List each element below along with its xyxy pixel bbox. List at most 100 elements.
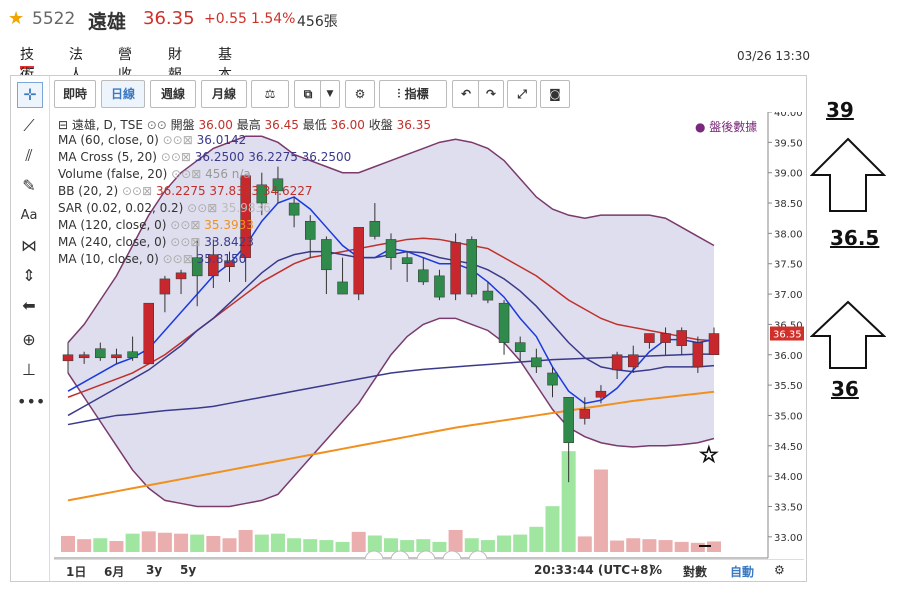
price-tick-label: 35.00 — [774, 411, 803, 422]
volume-bar — [416, 539, 431, 552]
indicators-button[interactable]: ⫶ 指標 — [379, 80, 447, 108]
volume-bar — [335, 541, 350, 552]
log-scale-toggle[interactable]: 對數 — [683, 563, 707, 580]
volume-bar — [270, 533, 285, 552]
price-change-pct: 1.54% — [251, 11, 296, 27]
scroll-right-icon[interactable] — [468, 550, 488, 559]
candle-body — [434, 275, 445, 298]
volume-bar — [238, 530, 253, 552]
intraday-button[interactable]: 即時 — [54, 80, 96, 108]
indicators-label: 指標 — [404, 87, 429, 101]
candle-body — [514, 342, 526, 352]
volume-bar — [109, 541, 124, 552]
more-icon[interactable]: ••• — [17, 390, 45, 414]
volume-bar — [593, 469, 608, 552]
ruler-icon[interactable]: ⊥ — [17, 358, 41, 382]
candle-body — [175, 272, 187, 280]
zoom-in-icon[interactable] — [442, 550, 462, 559]
legend-row-buttons-icon[interactable]: ⊙⊙⊠ — [187, 201, 221, 215]
daily-button[interactable]: 日線 — [101, 80, 145, 108]
legend-row-buttons-icon[interactable]: ⊙⊙⊠ — [163, 252, 197, 266]
range-3y[interactable]: 3y — [146, 563, 162, 577]
weekly-button[interactable]: 週線 — [150, 80, 196, 108]
tab-basic[interactable]: 基本 — [218, 44, 232, 83]
legend-row-buttons-icon[interactable]: ⊙⊙⊠ — [171, 167, 205, 181]
range-6m[interactable]: 6月 — [104, 563, 124, 580]
monthly-button[interactable]: 月線 — [201, 80, 247, 108]
tab-revenue[interactable]: 營收 — [118, 44, 132, 83]
legend-row-buttons-icon[interactable]: ⊙⊙⊠ — [161, 150, 195, 164]
scroll-left-icon[interactable] — [364, 550, 384, 559]
reset-zoom-icon[interactable] — [416, 550, 436, 559]
indicators-chart-icon: ⫶ — [397, 87, 405, 101]
legend-buttons-icon[interactable]: ⊙⊙ — [147, 118, 171, 132]
measure-icon[interactable]: ⇕ — [17, 264, 41, 288]
stock-name: 遠雄 — [88, 11, 127, 33]
range-1d[interactable]: 1日 — [66, 563, 86, 580]
chart-toolbar: 即時 日線 週線 月線 ⚖ ⧉ ▼ ⚙ ⫶ 指標 ↶ ↷ ⤢ ◙ — [54, 80, 614, 108]
trade-volume: 456張 — [297, 14, 338, 30]
volume-bar — [480, 540, 495, 552]
candle-body — [62, 354, 74, 362]
candle-body — [611, 354, 623, 371]
candle-body — [498, 302, 510, 343]
collapse-icon[interactable]: ⊟ — [58, 118, 72, 132]
chevron-down-icon[interactable]: ▼ — [320, 80, 340, 108]
legend-row: MA (10, close, 0) ⊙⊙⊠ 35.8150 — [58, 252, 658, 269]
open-value: 36.00 — [198, 118, 233, 132]
volume-bar — [577, 536, 592, 552]
pattern-icon[interactable]: ⋈ — [17, 234, 41, 258]
last-price-label: 36.35 — [773, 330, 802, 341]
low-value: 36.00 — [330, 118, 365, 132]
fullscreen-icon[interactable]: ⤢ — [507, 80, 537, 108]
candle-body — [644, 333, 655, 343]
camera-icon[interactable]: ◙ — [540, 80, 570, 108]
legend-row-value: 35.9836 — [221, 201, 271, 215]
zoom-out-icon[interactable] — [390, 550, 410, 559]
legend-row: MA (240, close, 0) ⊙⊙⊠ 33.8423 — [58, 235, 658, 252]
price-tick-label: 37.00 — [774, 290, 803, 301]
candle-type-icon[interactable]: ⧉ — [294, 80, 322, 108]
price-tick-label: 38.50 — [774, 199, 803, 210]
favorite-star-icon[interactable]: ★ — [8, 8, 24, 29]
percent-toggle[interactable]: % — [650, 563, 662, 577]
auto-scale-toggle[interactable]: 自動 — [730, 563, 754, 580]
close-value: 36.35 — [396, 118, 431, 132]
clock-time: 20:33:44 (UTC+8) — [534, 563, 654, 577]
trendline-icon[interactable]: ⟋ — [17, 114, 41, 138]
legend-row-buttons-icon[interactable]: ⊙⊙⊠ — [170, 235, 204, 249]
zoom-in-icon[interactable]: ⊕ — [17, 328, 41, 352]
tab-institutional[interactable]: 法人 — [69, 44, 83, 83]
legend-row-buttons-icon[interactable]: ⊙⊙⊠ — [170, 218, 204, 232]
range-5y[interactable]: 5y — [180, 563, 196, 577]
tab-technical[interactable]: 技術 — [20, 44, 34, 83]
compare-scale-icon[interactable]: ⚖ — [251, 80, 289, 108]
price-tick-label: 34.50 — [774, 442, 803, 453]
arrow-left-icon[interactable]: ⬅ — [17, 294, 41, 318]
label-39: 39 — [826, 98, 854, 122]
volume-bar — [642, 539, 657, 552]
redo-icon[interactable]: ↷ — [478, 80, 504, 108]
legend-row-label: MA (120, close, 0) — [58, 218, 171, 232]
settings-gear-icon[interactable]: ⚙ — [345, 80, 375, 108]
legend-row-value: 456 n/a — [205, 167, 251, 181]
volume-bar — [400, 540, 415, 552]
volume-bar — [157, 532, 172, 552]
settings-gear-icon[interactable]: ⚙ — [774, 563, 785, 577]
tab-financials[interactable]: 財報 — [168, 44, 182, 83]
volume-bar — [93, 538, 108, 552]
text-tool-icon[interactable]: Aa — [17, 204, 41, 228]
up-arrow-icon — [810, 300, 886, 369]
volume-bar — [626, 538, 641, 552]
volume-bar — [287, 538, 302, 552]
fibonacci-icon[interactable]: ⫽ — [17, 144, 41, 168]
brush-icon[interactable]: ✎ — [17, 174, 41, 198]
legend-row-value: 36.2275 37.8323 34.6227 — [155, 184, 313, 198]
crosshair-icon[interactable]: ✛ — [17, 82, 43, 108]
undo-icon[interactable]: ↶ — [452, 80, 480, 108]
volume-bar — [690, 542, 705, 552]
price-tick-label: 33.00 — [774, 533, 803, 544]
legend-row-buttons-icon[interactable]: ⊙⊙⊠ — [122, 184, 156, 198]
legend-row-buttons-icon[interactable]: ⊙⊙⊠ — [163, 133, 197, 147]
volume-bar — [206, 535, 221, 552]
